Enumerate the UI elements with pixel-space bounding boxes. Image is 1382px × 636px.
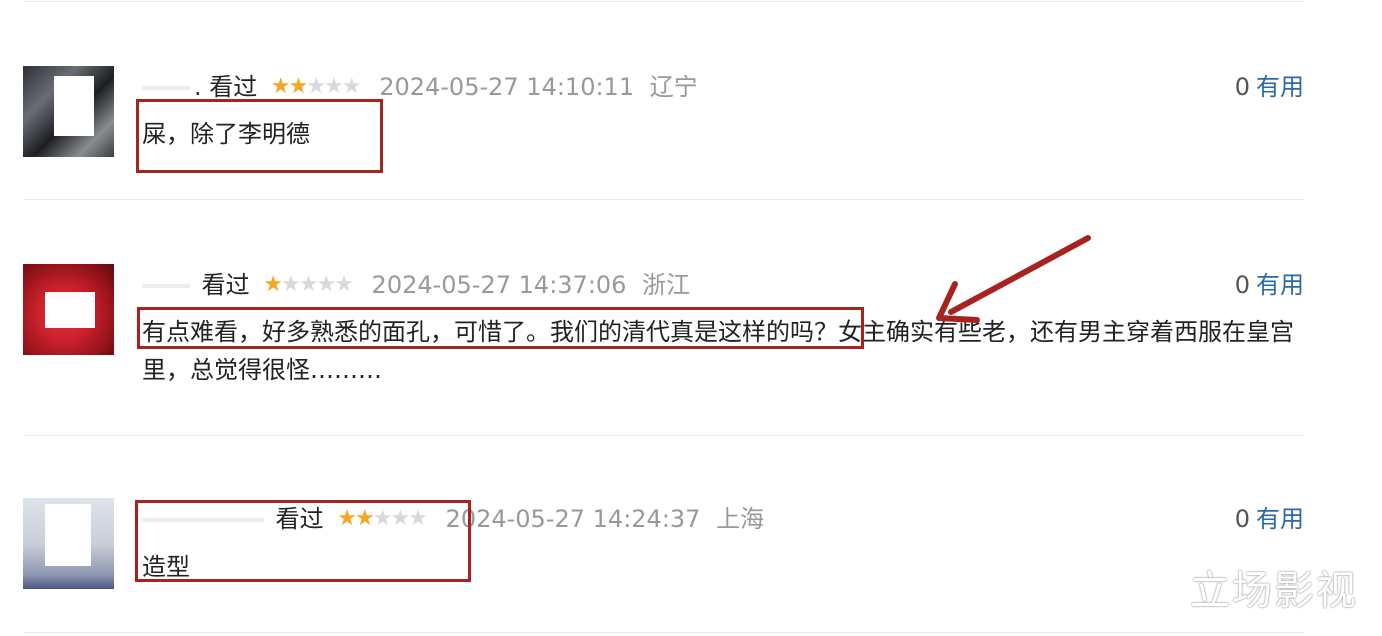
comment-time: 2024-05-27 14:10:11 [379, 73, 635, 101]
avatar-mask [45, 292, 95, 328]
annotation-box [135, 500, 471, 582]
useful-count: 0 [1234, 505, 1250, 533]
useful-vote: 0 有用 [1235, 504, 1304, 534]
annotation-arrow-icon [936, 235, 1091, 323]
comment-location: 辽宁 [649, 73, 698, 101]
username-mask [142, 284, 190, 288]
comment-location: 浙江 [642, 271, 691, 299]
rating-stars-empty: ★★★ [306, 74, 361, 99]
useful-count: 0 [1234, 73, 1250, 101]
divider [23, 199, 1305, 200]
rating-stars-filled: ★★ [270, 74, 308, 99]
useful-button[interactable]: 有用 [1256, 271, 1304, 299]
annotation-box [137, 307, 864, 349]
divider [23, 632, 1305, 633]
rating-stars: ★★★★★ [263, 270, 354, 300]
avatar[interactable] [23, 264, 114, 355]
divider-top [23, 1, 1305, 2]
annotation-box [136, 99, 383, 173]
username-mask [142, 86, 190, 90]
rating-stars-empty: ★★★★ [281, 272, 354, 297]
comment-time: 2024-05-27 14:24:37 [445, 505, 701, 533]
username[interactable] [142, 270, 194, 300]
comment-meta: 看过 ★★★★★ 2024-05-27 14:37:06 浙江 [142, 270, 690, 300]
avatar-mask [45, 504, 91, 566]
rating-stars-filled: ★ [263, 272, 283, 297]
watermark: 立场影视 [1190, 568, 1358, 614]
username-suffix: . [194, 73, 202, 101]
useful-button[interactable]: 有用 [1256, 505, 1304, 533]
useful-button[interactable]: 有用 [1256, 73, 1304, 101]
avatar-mask [54, 76, 94, 136]
comment-time: 2024-05-27 14:37:06 [371, 271, 627, 299]
username[interactable]: . [142, 72, 202, 102]
divider [23, 435, 1305, 436]
useful-vote: 0 有用 [1235, 270, 1304, 300]
useful-count: 0 [1234, 271, 1250, 299]
watched-label: 看过 [201, 271, 250, 299]
useful-vote: 0 有用 [1235, 72, 1304, 102]
avatar[interactable] [23, 498, 114, 589]
rating-stars: ★★★★★ [270, 72, 362, 102]
avatar[interactable] [23, 66, 114, 157]
comment-meta: . 看过 ★★★★★ 2024-05-27 14:10:11 辽宁 [142, 72, 698, 102]
comment-location: 上海 [716, 505, 765, 533]
watched-label: 看过 [209, 73, 258, 101]
